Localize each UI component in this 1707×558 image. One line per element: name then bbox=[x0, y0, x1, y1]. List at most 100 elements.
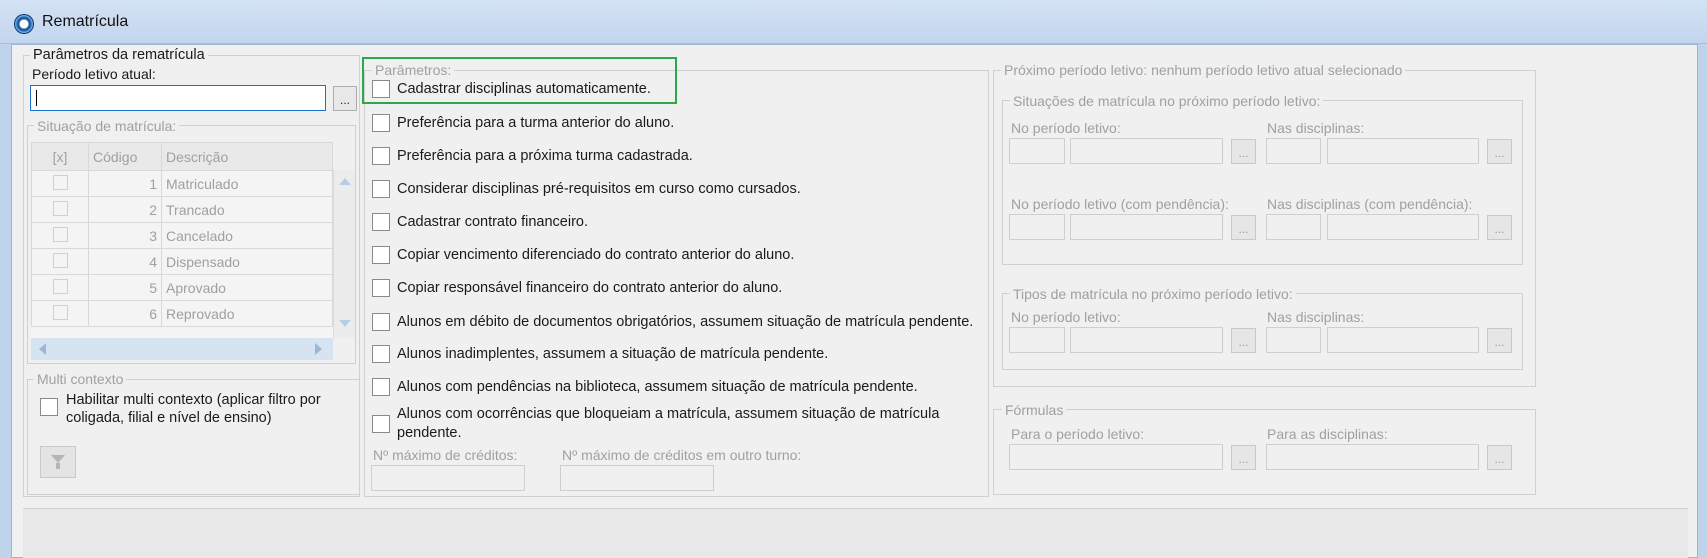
para-disciplinas-label: Para as disciplinas: bbox=[1267, 426, 1388, 442]
formula-period-lookup-button[interactable]: ... bbox=[1231, 445, 1256, 470]
column-header-description[interactable]: Descrição bbox=[161, 142, 333, 171]
types-period-lookup-button[interactable]: ... bbox=[1231, 328, 1256, 353]
pend-disc-lookup-button[interactable]: ... bbox=[1487, 215, 1512, 240]
table-row[interactable]: 6 Reprovado bbox=[31, 300, 333, 327]
option-label: Preferência para a turma anterior do alu… bbox=[397, 115, 675, 131]
table-row[interactable]: 5 Aprovado bbox=[31, 274, 333, 301]
checkbox-option[interactable] bbox=[372, 345, 390, 363]
checkbox-option[interactable] bbox=[372, 114, 390, 132]
row-checkbox[interactable] bbox=[52, 304, 68, 320]
pend-period-desc-input[interactable] bbox=[1070, 214, 1223, 240]
option-label: Copiar responsável financeiro do contrat… bbox=[397, 280, 783, 296]
row-checkbox[interactable] bbox=[52, 200, 68, 216]
row-description: Matriculado bbox=[161, 170, 333, 197]
checkbox-option[interactable] bbox=[372, 213, 390, 231]
situation-disc-lookup-button[interactable]: ... bbox=[1487, 139, 1512, 164]
row-checkbox[interactable] bbox=[52, 278, 68, 294]
formulas-label: Fórmulas bbox=[1002, 402, 1067, 418]
checkbox-option[interactable] bbox=[372, 313, 390, 331]
option-label: Cadastrar disciplinas automaticamente. bbox=[397, 81, 651, 97]
next-situations-label: Situações de matrícula no próximo períod… bbox=[1010, 93, 1324, 109]
max-credits-other-input[interactable] bbox=[560, 465, 714, 491]
filter-button[interactable] bbox=[40, 446, 76, 478]
checkbox-option[interactable] bbox=[372, 378, 390, 396]
next-period-label: Próximo período letivo: nenhum período l… bbox=[1001, 62, 1406, 78]
nas-disciplinas-label: Nas disciplinas: bbox=[1267, 120, 1365, 136]
nas-disciplinas-pend-label: Nas disciplinas (com pendência): bbox=[1267, 196, 1473, 212]
row-description: Cancelado bbox=[161, 222, 333, 249]
checkbox-option[interactable] bbox=[372, 246, 390, 264]
option-label: Considerar disciplinas pré-requisitos em… bbox=[397, 181, 801, 197]
row-code: 3 bbox=[88, 222, 162, 249]
table-row[interactable]: 2 Trancado bbox=[31, 196, 333, 223]
table-row[interactable]: 4 Dispensado bbox=[31, 248, 333, 275]
types-period-desc-input[interactable] bbox=[1070, 327, 1223, 353]
situation-period-desc-input[interactable] bbox=[1070, 138, 1223, 164]
left-section-title: Parâmetros da rematrícula bbox=[30, 47, 208, 63]
max-credits-input[interactable] bbox=[371, 465, 525, 491]
column-header-check[interactable]: [x] bbox=[31, 142, 89, 171]
situation-period-lookup-button[interactable]: ... bbox=[1231, 139, 1256, 164]
row-description: Trancado bbox=[161, 196, 333, 223]
situation-grid: [x] Código Descrição 1 Matriculado 2 Tranc… bbox=[31, 142, 333, 338]
bottom-strip bbox=[23, 508, 1688, 558]
option-label: Alunos com ocorrências que bloqueiam a m… bbox=[397, 406, 940, 441]
scroll-right-icon[interactable] bbox=[315, 343, 322, 355]
pend-disc-code-input[interactable] bbox=[1266, 214, 1321, 240]
no-periodo-pend-label: No período letivo (com pendência): bbox=[1011, 196, 1229, 212]
row-description: Aprovado bbox=[161, 274, 333, 301]
period-ellipsis-button[interactable]: ... bbox=[333, 86, 357, 111]
title-bar bbox=[0, 0, 1707, 44]
row-code: 2 bbox=[88, 196, 162, 223]
table-row[interactable]: 1 Matriculado bbox=[31, 170, 333, 197]
pend-period-lookup-button[interactable]: ... bbox=[1231, 215, 1256, 240]
period-input[interactable] bbox=[30, 85, 326, 111]
formula-period-input[interactable] bbox=[1009, 444, 1223, 470]
types-disc-desc-input[interactable] bbox=[1327, 327, 1479, 353]
vertical-scrollbar[interactable] bbox=[333, 170, 355, 338]
row-code: 1 bbox=[88, 170, 162, 197]
types-disc-lookup-button[interactable]: ... bbox=[1487, 328, 1512, 353]
filter-icon bbox=[51, 455, 65, 469]
row-code: 5 bbox=[88, 274, 162, 301]
pend-disc-desc-input[interactable] bbox=[1327, 214, 1479, 240]
row-checkbox[interactable] bbox=[52, 252, 68, 268]
types-disciplinas-label: Nas disciplinas: bbox=[1267, 309, 1365, 325]
row-checkbox[interactable] bbox=[52, 174, 68, 190]
max-credits-label: Nº máximo de créditos: bbox=[373, 447, 518, 463]
option-label: Alunos em débito de documentos obrigatór… bbox=[397, 314, 974, 330]
checkbox-option[interactable] bbox=[372, 180, 390, 198]
table-row[interactable]: 3 Cancelado bbox=[31, 222, 333, 249]
option-label: Cadastrar contrato financeiro. bbox=[397, 214, 589, 230]
option-label: Copiar vencimento diferenciado do contra… bbox=[397, 247, 795, 263]
horizontal-scrollbar[interactable] bbox=[31, 338, 333, 360]
checkbox-option[interactable] bbox=[372, 147, 390, 165]
no-periodo-label: No período letivo: bbox=[1011, 120, 1121, 136]
app-icon bbox=[14, 14, 34, 34]
checkbox-option[interactable] bbox=[372, 279, 390, 297]
max-credits-other-label: Nº máximo de créditos em outro turno: bbox=[562, 447, 802, 463]
checkbox-option[interactable] bbox=[372, 415, 390, 433]
column-header-code[interactable]: Código bbox=[88, 142, 162, 171]
situation-disc-desc-input[interactable] bbox=[1327, 138, 1479, 164]
situation-period-code-input[interactable] bbox=[1009, 138, 1065, 164]
formula-disc-lookup-button[interactable]: ... bbox=[1487, 445, 1512, 470]
checkbox-option[interactable] bbox=[372, 80, 390, 98]
scroll-down-icon[interactable] bbox=[339, 320, 351, 327]
formula-disc-input[interactable] bbox=[1266, 444, 1479, 470]
multi-context-checkbox[interactable] bbox=[40, 398, 58, 416]
multi-context-label: Multi contexto bbox=[34, 371, 127, 387]
pend-period-code-input[interactable] bbox=[1009, 214, 1065, 240]
row-code: 4 bbox=[88, 248, 162, 275]
scroll-up-icon[interactable] bbox=[339, 178, 351, 185]
option-label: Alunos inadimplentes, assumem a situação… bbox=[397, 346, 829, 362]
situation-disc-code-input[interactable] bbox=[1266, 138, 1321, 164]
types-periodo-label: No período letivo: bbox=[1011, 309, 1121, 325]
row-description: Dispensado bbox=[161, 248, 333, 275]
row-checkbox[interactable] bbox=[52, 226, 68, 242]
window-title: Rematrícula bbox=[42, 13, 129, 30]
types-period-code-input[interactable] bbox=[1009, 327, 1065, 353]
scroll-left-icon[interactable] bbox=[39, 343, 46, 355]
row-description: Reprovado bbox=[161, 300, 333, 327]
types-disc-code-input[interactable] bbox=[1266, 327, 1321, 353]
